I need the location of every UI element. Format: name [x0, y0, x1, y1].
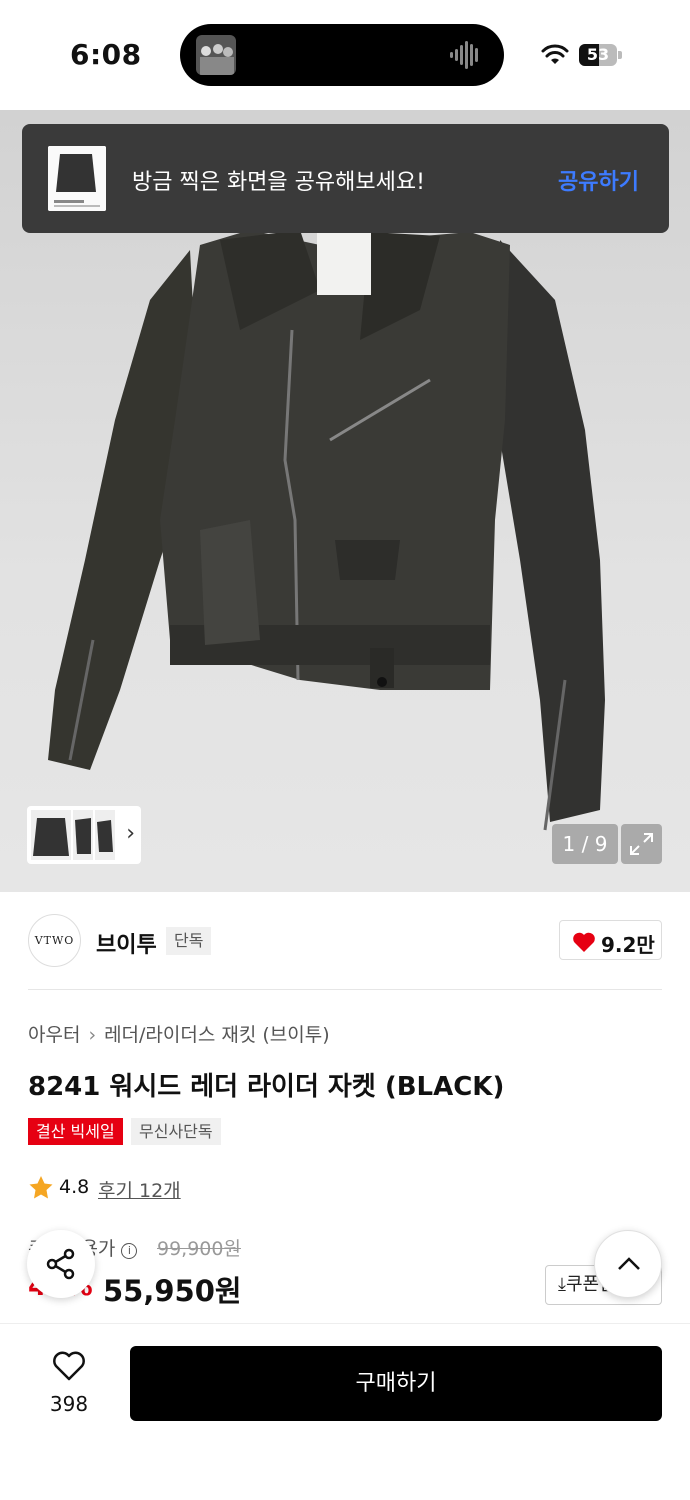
wishlist-button[interactable]: 398 [36, 1348, 102, 1428]
brand-logo[interactable]: VTWO [28, 914, 81, 967]
screenshot-share-banner[interactable]: 방금 찍은 화면을 공유해보세요! 공유하기 [22, 124, 669, 233]
star-icon [29, 1176, 53, 1199]
sale-price: 55,950원 [103, 1274, 242, 1308]
image-page-counter: 1 / 9 [552, 824, 618, 864]
chevron-up-icon [618, 1257, 640, 1270]
screenshot-thumbnail [48, 146, 106, 211]
share-banner-message: 방금 찍은 화면을 공유해보세요! [132, 170, 425, 195]
wifi-icon [541, 44, 569, 64]
status-bar: 6:08 53 [0, 0, 690, 110]
chevron-right-icon: › [126, 821, 135, 846]
share-button[interactable] [27, 1230, 95, 1298]
sale-tag: 결산 빅세일 [28, 1118, 123, 1145]
divider [28, 989, 662, 990]
now-playing-artwork [196, 35, 236, 75]
scroll-to-top-button[interactable] [594, 1230, 662, 1298]
download-icon: ⤓ [558, 1274, 566, 1295]
thumbnail-strip[interactable]: › [27, 806, 141, 864]
exclusive-badge: 단독 [166, 927, 212, 955]
expand-image-button[interactable] [621, 824, 662, 864]
breadcrumb: 아우터 › 레더/라이더스 재킷 (브이투) [28, 1020, 330, 1047]
wishlist-count: 398 [49, 1392, 89, 1416]
audio-waveform-icon [450, 41, 478, 69]
breadcrumb-subcategory[interactable]: 레더/라이더스 재킷 (브이투) [104, 1024, 330, 1046]
dynamic-island[interactable] [180, 24, 504, 86]
info-icon[interactable]: i [121, 1243, 138, 1259]
brand-like-count: 9.2만 [601, 933, 655, 957]
heart-filled-icon [573, 932, 595, 952]
share-now-button[interactable]: 공유하기 [558, 164, 639, 196]
leather-jacket-illustration [48, 230, 605, 831]
review-count-link[interactable]: 후기 12개 [98, 1176, 181, 1203]
rating-value: 4.8 [59, 1176, 90, 1198]
buy-button[interactable]: 구매하기 [130, 1346, 662, 1421]
battery-level: 53 [586, 45, 610, 64]
breadcrumb-separator-icon: › [88, 1024, 97, 1046]
breadcrumb-category[interactable]: 아우터 [28, 1024, 80, 1046]
share-icon [46, 1248, 75, 1280]
product-title: 8241 워시드 레더 라이더 자켓 (BLACK) [28, 1072, 505, 1102]
heart-outline-icon [53, 1351, 85, 1381]
exclusive-tag: 무신사단독 [131, 1118, 221, 1145]
expand-icon [630, 833, 653, 855]
bottom-purchase-bar: 398 구매하기 [0, 1323, 690, 1500]
battery-indicator: 53 [579, 44, 623, 66]
brand-name[interactable]: 브이투 [96, 927, 157, 959]
original-price: 99,900원 [157, 1238, 241, 1260]
brand-like-button[interactable]: 9.2만 [559, 920, 662, 960]
clock: 6:08 [70, 38, 142, 71]
